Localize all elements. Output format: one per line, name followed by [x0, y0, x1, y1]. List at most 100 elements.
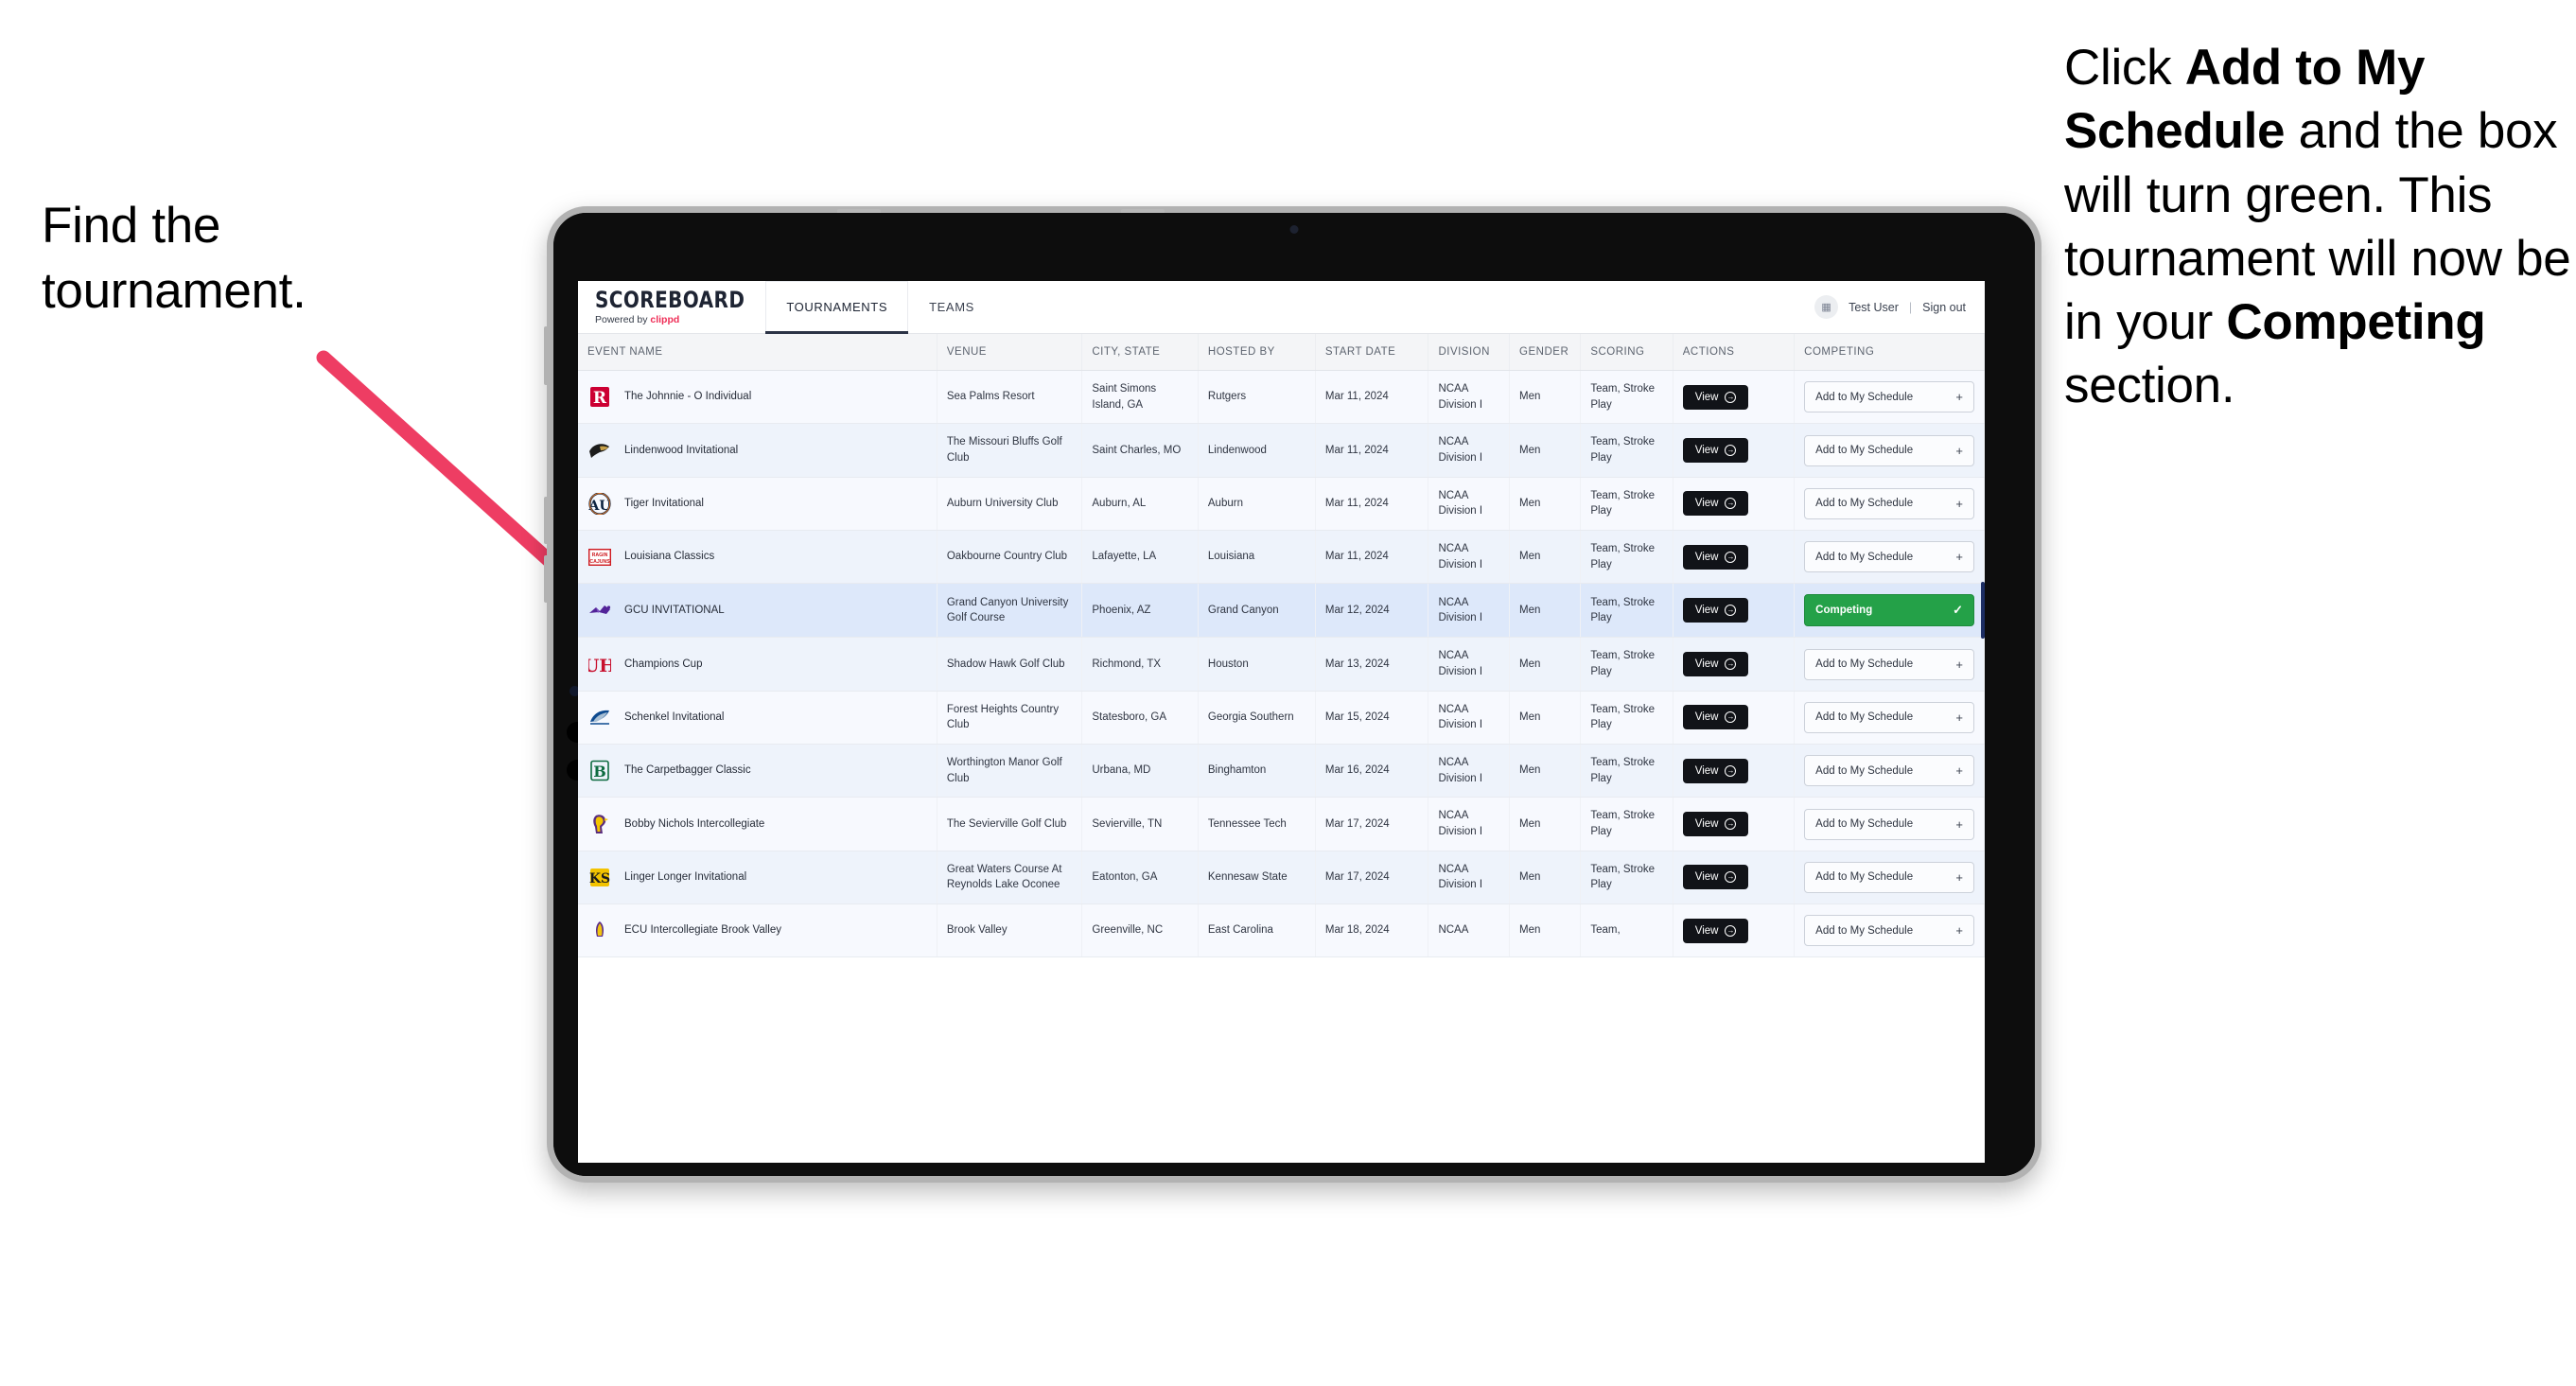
- cell-city-state: Richmond, TX: [1081, 637, 1199, 692]
- sign-out-link[interactable]: Sign out: [1922, 301, 1966, 314]
- volume-up-button[interactable]: [544, 497, 549, 544]
- cell-gender: Men: [1509, 423, 1582, 478]
- arrow-right-circle-icon: →: [1725, 445, 1737, 457]
- cell-event-name: Bobby Nichols Intercollegiate: [578, 797, 938, 851]
- cell-scoring: Team, Stroke Play: [1580, 851, 1674, 905]
- cell-venue: Auburn University Club: [937, 477, 1083, 532]
- cell-gender: Men: [1509, 851, 1582, 905]
- cell-division: NCAA Division I: [1428, 637, 1511, 692]
- svg-text:RAGIN: RAGIN: [592, 553, 608, 558]
- cell-event-name: UH Champions Cup: [578, 637, 938, 692]
- view-button[interactable]: View →: [1682, 544, 1749, 570]
- tournaments-table-container[interactable]: EVENT NAME VENUE CITY, STATE HOSTED BY S…: [578, 334, 1985, 1163]
- cell-venue: Worthington Manor Golf Club: [937, 744, 1083, 798]
- view-button-label: View: [1694, 605, 1719, 617]
- table-row[interactable]: Bobby Nichols Intercollegiate The Sevierv…: [578, 797, 1985, 851]
- tab-teams[interactable]: TEAMS: [908, 281, 995, 333]
- cell-city-state: Auburn, AL: [1081, 477, 1199, 532]
- table-row[interactable]: B The Carpetbagger Classic Worthington Man…: [578, 744, 1985, 798]
- cell-start-date: Mar 16, 2024: [1315, 744, 1429, 798]
- cell-city-state: Saint Simons Island, GA: [1081, 370, 1199, 425]
- view-button[interactable]: View →: [1682, 865, 1749, 890]
- add-to-my-schedule-label: Add to My Schedule: [1815, 871, 1914, 884]
- cell-gender: Men: [1509, 904, 1582, 958]
- cell-venue: Great Waters Course At Reynolds Lake Oco…: [937, 851, 1083, 905]
- add-to-my-schedule-button[interactable]: Add to My Schedule +: [1804, 487, 1974, 519]
- event-name-group: Bobby Nichols Intercollegiate: [587, 813, 927, 835]
- competing-button[interactable]: Competing ✓: [1804, 594, 1974, 627]
- event-name-label: Louisiana Classics: [624, 551, 715, 563]
- view-button[interactable]: View →: [1682, 598, 1749, 623]
- event-name-group: GCU INVITATIONAL: [587, 599, 927, 622]
- table-row[interactable]: AU Tiger Invitational Auburn University Cl…: [578, 477, 1985, 532]
- view-button[interactable]: View →: [1682, 918, 1749, 943]
- add-to-my-schedule-button[interactable]: Add to My Schedule +: [1804, 434, 1974, 466]
- cell-gender: Men: [1509, 477, 1582, 532]
- table-row[interactable]: UH Champions Cup Shadow Hawk Golf Club Rich…: [578, 637, 1985, 692]
- cell-start-date: Mar 11, 2024: [1315, 477, 1429, 532]
- table-row[interactable]: ECU Intercollegiate Brook Valley Brook Va…: [578, 904, 1985, 958]
- cell-scoring: Team, Stroke Play: [1580, 583, 1674, 639]
- view-button[interactable]: View →: [1682, 438, 1749, 464]
- view-button-label: View: [1694, 658, 1719, 671]
- cell-actions: View →: [1673, 530, 1796, 585]
- cell-gender: Men: [1509, 797, 1582, 851]
- tablet-device: SCOREBOARD Powered by clippd TOURNAMENTS…: [544, 206, 2042, 1183]
- event-name-label: Bobby Nichols Intercollegiate: [624, 817, 765, 830]
- table-row[interactable]: KS Linger Longer Invitational Great Waters…: [578, 851, 1985, 905]
- cell-gender: Men: [1509, 583, 1582, 639]
- plus-icon: +: [1955, 710, 1963, 725]
- svg-text:AU: AU: [588, 499, 611, 514]
- table-row[interactable]: Lindenwood Invitational The Missouri Bluf…: [578, 423, 1985, 478]
- vertical-scrollbar[interactable]: [1981, 582, 1985, 639]
- view-button[interactable]: View →: [1682, 758, 1749, 783]
- add-to-my-schedule-button[interactable]: Add to My Schedule +: [1804, 381, 1974, 413]
- add-to-my-schedule-button[interactable]: Add to My Schedule +: [1804, 808, 1974, 840]
- view-button[interactable]: View →: [1682, 384, 1749, 410]
- cell-division: NCAA Division I: [1428, 530, 1511, 585]
- add-to-my-schedule-button[interactable]: Add to My Schedule +: [1804, 755, 1974, 787]
- rutgers-logo: R: [587, 386, 612, 409]
- user-avatar-icon[interactable]: ▦: [1814, 295, 1839, 319]
- view-button[interactable]: View →: [1682, 491, 1749, 517]
- brand-logo[interactable]: SCOREBOARD Powered by clippd: [578, 281, 765, 333]
- add-to-my-schedule-button[interactable]: Add to My Schedule +: [1804, 648, 1974, 680]
- cell-event-name: Schenkel Invitational: [578, 691, 938, 746]
- add-to-my-schedule-label: Add to My Schedule: [1815, 391, 1914, 403]
- cell-start-date: Mar 18, 2024: [1315, 904, 1429, 958]
- plus-icon: +: [1955, 390, 1963, 405]
- view-button[interactable]: View →: [1682, 812, 1749, 837]
- cell-start-date: Mar 12, 2024: [1315, 583, 1429, 639]
- table-row[interactable]: GCU INVITATIONAL Grand Canyon University …: [578, 583, 1985, 639]
- cell-scoring: Team, Stroke Play: [1580, 691, 1674, 746]
- cell-competing: Add to My Schedule +: [1794, 851, 1985, 905]
- add-to-my-schedule-button[interactable]: Add to My Schedule +: [1804, 701, 1974, 733]
- view-button[interactable]: View →: [1682, 705, 1749, 730]
- table-row[interactable]: RAGIN CAJUNS Louisiana Classics Oakbourne C…: [578, 530, 1985, 585]
- cell-actions: View →: [1673, 423, 1796, 478]
- table-row[interactable]: Schenkel Invitational Forest Heights Coun…: [578, 691, 1985, 746]
- cell-actions: View →: [1673, 637, 1796, 692]
- add-to-my-schedule-button[interactable]: Add to My Schedule +: [1804, 541, 1974, 573]
- tab-tournaments[interactable]: TOURNAMENTS: [765, 281, 909, 334]
- annotation-text: section.: [2064, 358, 2235, 414]
- cell-venue: Brook Valley: [937, 904, 1083, 958]
- view-button-label: View: [1694, 498, 1719, 510]
- arrow-right-circle-icon: →: [1725, 391, 1737, 403]
- add-to-my-schedule-button[interactable]: Add to My Schedule +: [1804, 915, 1974, 947]
- cell-city-state: Urbana, MD: [1081, 744, 1199, 798]
- cell-scoring: Team, Stroke Play: [1580, 744, 1674, 798]
- view-button[interactable]: View →: [1682, 652, 1749, 677]
- volume-down-button[interactable]: [544, 555, 549, 603]
- cell-gender: Men: [1509, 744, 1582, 798]
- user-menu: ▦ Test User | Sign out: [1814, 281, 1985, 333]
- cell-venue: The Sevierville Golf Club: [937, 797, 1083, 851]
- table-row[interactable]: R The Johnnie - O Individual Sea Palms Res…: [578, 370, 1985, 425]
- cell-scoring: Team, Stroke Play: [1580, 797, 1674, 851]
- tablet-screen: SCOREBOARD Powered by clippd TOURNAMENTS…: [553, 213, 2035, 1176]
- add-to-my-schedule-button[interactable]: Add to My Schedule +: [1804, 861, 1974, 893]
- view-button-label: View: [1694, 711, 1719, 724]
- cell-venue: Sea Palms Resort: [937, 370, 1083, 425]
- power-button[interactable]: [544, 326, 549, 385]
- cell-city-state: Saint Charles, MO: [1081, 423, 1199, 478]
